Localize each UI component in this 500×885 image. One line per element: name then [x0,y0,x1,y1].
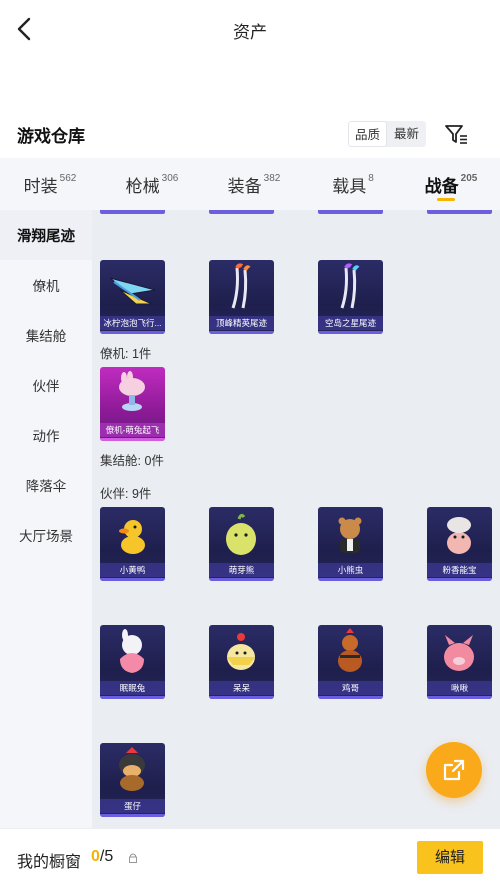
sidebar: 滑翔尾迹 僚机 集结舱 伙伴 动作 降落伞 大厅场景 [0,210,92,828]
egg-boy-icon [119,747,145,791]
item-card[interactable]: 小熊虫 [318,507,383,581]
sidebar-item-glide-trail[interactable]: 滑翔尾迹 [0,210,92,260]
sort-quality-button[interactable]: 品质 [348,121,387,147]
item-card-cutoff[interactable] [427,210,492,214]
partner-count-label: 伙伴: 9件 [100,487,152,501]
sleepy-bunny-icon [120,629,144,673]
external-link-icon [443,759,465,781]
item-card-cutoff[interactable] [209,210,274,214]
item-card[interactable]: 小黄鸭 [100,507,165,581]
bunny-wingman-icon [119,371,145,411]
chick-icon [227,633,255,670]
tab-fashion[interactable]: 时装 562 [0,158,100,210]
category-tabs: 时装 562 枪械 306 装备 382 载具 8 战备 205 [0,158,500,210]
sidebar-item-partner[interactable]: 伙伴 [0,360,92,410]
top-bar: 资产 [0,0,500,60]
sidebar-item-lobby-scene[interactable]: 大厅场景 [0,510,92,560]
duck-icon [119,520,145,554]
item-card[interactable]: 蛋仔 [100,743,165,817]
page-title: 资产 [233,23,267,42]
bear-cub-icon [338,517,362,553]
tab-vehicles[interactable]: 载具 8 [304,158,402,210]
item-card-cutoff[interactable] [100,210,165,214]
filter-icon[interactable] [443,121,469,147]
item-card[interactable]: 呆呆 [209,625,274,699]
edit-button[interactable]: 编辑 [417,841,483,874]
wingman-count-label: 僚机: 1件 [100,347,152,361]
wingman-items-row: 僚机-萌兔起飞 [100,367,165,441]
showcase-count: 0/5 [91,848,114,865]
lock-icon [129,853,137,863]
sidebar-item-rally-pod[interactable]: 集结舱 [0,310,92,360]
rally-pod-count-label: 集结舱: 0件 [100,454,164,468]
item-card[interactable]: 冰柠泡泡飞行... [100,260,165,334]
showcase-label: 我的橱窗 [17,854,82,871]
bottom-bar: 我的橱窗 0/5 编辑 [0,828,500,885]
tab-equipment[interactable]: 装备 382 [204,158,304,210]
trail-items-row: 冰柠泡泡飞行... 顶峰精英尾迹 空岛之星尾迹 [100,260,383,334]
partner-items-row-1: 小黄鸭 萌芽熊 小熊虫 粉香能宝 [100,507,492,581]
pink-bird-icon [444,635,474,671]
sidebar-item-wingman[interactable]: 僚机 [0,260,92,310]
trail-icon [231,263,251,309]
sidebar-item-parachute[interactable]: 降落伞 [0,460,92,510]
sort-toggle: 品质 最新 [348,121,426,147]
sidebar-item-emote[interactable]: 动作 [0,410,92,460]
sort-latest-button[interactable]: 最新 [387,121,426,147]
item-card[interactable]: 鸡哥 [318,625,383,699]
item-card[interactable]: 眠眠兔 [100,625,165,699]
tab-battle-gear[interactable]: 战备 205 [402,158,500,210]
item-card[interactable]: 粉香能宝 [427,507,492,581]
sprout-bear-icon [226,513,256,555]
trail-icon [340,263,360,309]
glider-icon [109,277,156,305]
item-card[interactable]: 顶峰精英尾迹 [209,260,274,334]
partner-items-row-2: 眠眠兔 呆呆 鸡哥 啾啾 [100,625,492,699]
item-card[interactable]: 萌芽熊 [209,507,274,581]
tab-weapons[interactable]: 枪械 306 [100,158,204,210]
rooster-icon [338,628,362,672]
pink-creature-icon [447,517,471,554]
item-card[interactable]: 空岛之星尾迹 [318,260,383,334]
share-fab-button[interactable] [426,742,482,798]
item-card-cutoff[interactable] [318,210,383,214]
item-grid-panel: 冰柠泡泡飞行... 顶峰精英尾迹 空岛之星尾迹 僚机: 1件 僚机-萌兔起飞 集… [92,210,500,828]
partner-items-row-3: 蛋仔 [100,743,165,817]
item-card[interactable]: 啾啾 [427,625,492,699]
section-title: 游戏仓库 [17,127,85,146]
item-card[interactable]: 僚机-萌兔起飞 [100,367,165,441]
